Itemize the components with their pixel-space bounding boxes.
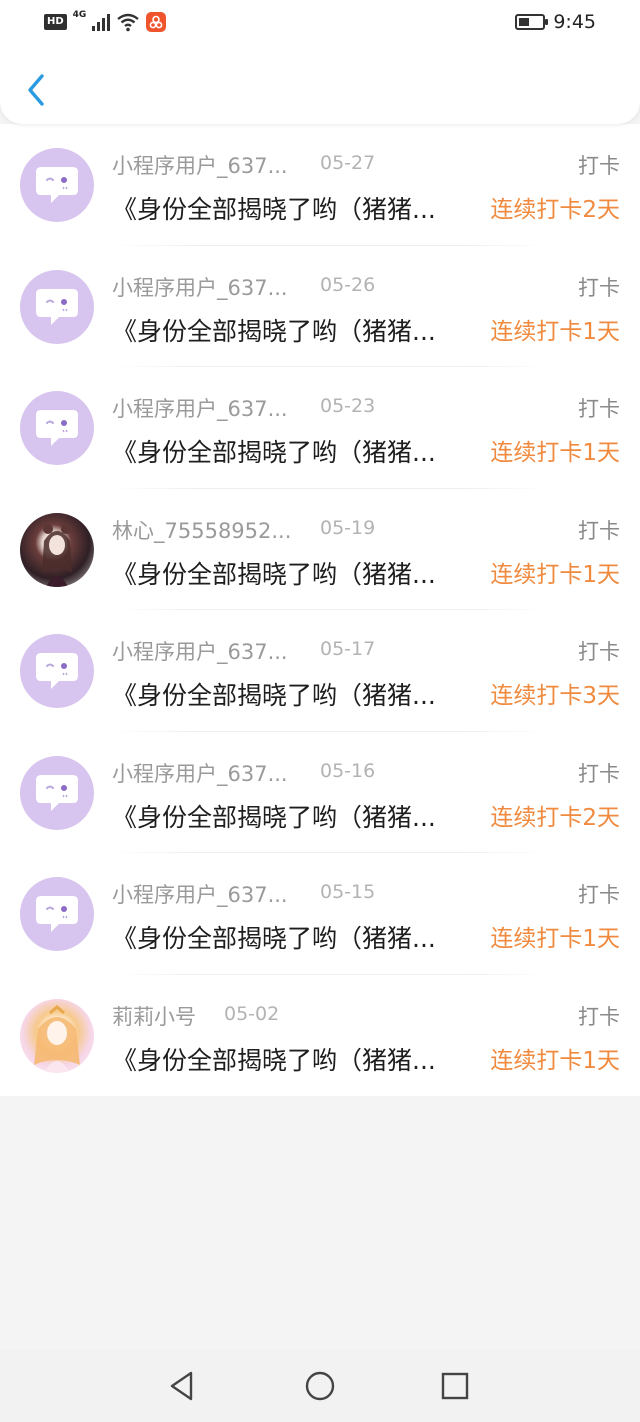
entry-title[interactable]: 《身份全部揭晓了哟（猪猪... bbox=[112, 1041, 436, 1077]
avatar[interactable] bbox=[20, 391, 94, 465]
entry-type: 打卡 bbox=[578, 397, 620, 421]
entry-title[interactable]: 《身份全部揭晓了哟（猪猪... bbox=[112, 676, 436, 712]
streak-label: 连续打卡2天 bbox=[490, 804, 620, 831]
avatar[interactable] bbox=[20, 998, 94, 1073]
avatar[interactable] bbox=[20, 755, 94, 830]
entry-type: 打卡 bbox=[578, 761, 620, 786]
post-date: 05-16 bbox=[320, 759, 376, 782]
post-date: 05-02 bbox=[224, 1002, 280, 1025]
list-item[interactable]: 小程序用户_637... 05-15 打卡 《身份全部揭晓了哟（猪猪... 连续… bbox=[0, 853, 640, 975]
chat-bubble-icon bbox=[36, 410, 78, 446]
status-bar: HD 4G 9:45 bbox=[0, 0, 640, 44]
entry-type: 打卡 bbox=[578, 275, 620, 300]
chevron-left-icon bbox=[28, 74, 44, 106]
checkin-list: 小程序用户_637... 05-27 打卡 《身份全部揭晓了哟（猪猪... 连续… bbox=[0, 124, 640, 1096]
user-photo-icon bbox=[34, 1004, 80, 1073]
user-name: 莉莉小号 bbox=[112, 1004, 196, 1029]
wifi-icon bbox=[117, 13, 140, 32]
hd-badge: HD bbox=[44, 14, 67, 30]
avatar[interactable] bbox=[20, 512, 94, 587]
user-name: 林心_75558952... bbox=[112, 518, 292, 543]
nav-recents-button[interactable] bbox=[433, 1364, 477, 1408]
status-right: 9:45 bbox=[515, 10, 596, 34]
user-name: 小程序用户_637... bbox=[112, 275, 288, 300]
post-date: 05-17 bbox=[320, 638, 376, 660]
app-notification-icon bbox=[146, 12, 167, 32]
post-date: 05-27 bbox=[320, 152, 376, 174]
list-item[interactable]: 莉莉小号 05-02 打卡 《身份全部揭晓了哟（猪猪... 连续打卡1天 bbox=[0, 975, 640, 1097]
entry-title[interactable]: 《身份全部揭晓了哟（猪猪... bbox=[112, 919, 436, 955]
list-item[interactable]: 小程序用户_637... 05-23 打卡 《身份全部揭晓了哟（猪猪... 连续… bbox=[0, 367, 640, 489]
post-date: 05-19 bbox=[320, 516, 376, 539]
signal-icon bbox=[92, 13, 111, 31]
user-name: 小程序用户_637... bbox=[112, 154, 288, 178]
chat-bubble-icon bbox=[36, 167, 78, 203]
avatar[interactable] bbox=[20, 877, 94, 951]
avatar[interactable] bbox=[20, 634, 94, 708]
list-item[interactable]: 小程序用户_637... 05-16 打卡 《身份全部揭晓了哟（猪猪... 连续… bbox=[0, 732, 640, 853]
avatar[interactable] bbox=[20, 269, 94, 344]
chat-bubble-icon bbox=[36, 896, 78, 932]
nav-home-button[interactable] bbox=[298, 1364, 342, 1408]
battery-icon bbox=[515, 14, 549, 30]
user-name: 小程序用户_637... bbox=[112, 640, 288, 664]
chat-bubble-icon bbox=[36, 774, 78, 811]
streak-label: 连续打卡1天 bbox=[490, 926, 620, 952]
user-name: 小程序用户_637... bbox=[112, 397, 288, 421]
triangle-back-icon bbox=[170, 1371, 193, 1401]
post-date: 05-23 bbox=[320, 395, 376, 417]
user-photo-icon bbox=[42, 523, 72, 587]
list-item[interactable]: 小程序用户_637... 05-26 打卡 《身份全部揭晓了哟（猪猪... 连续… bbox=[0, 246, 640, 367]
clock: 9:45 bbox=[553, 11, 596, 33]
post-date: 05-15 bbox=[320, 881, 376, 903]
avatar[interactable] bbox=[20, 148, 94, 222]
list-item[interactable]: 小程序用户_637... 05-17 打卡 《身份全部揭晓了哟（猪猪... 连续… bbox=[0, 610, 640, 732]
circle-home-icon bbox=[305, 1371, 335, 1401]
entry-type: 打卡 bbox=[578, 518, 620, 543]
list-item[interactable]: 小程序用户_637... 05-27 打卡 《身份全部揭晓了哟（猪猪... 连续… bbox=[0, 124, 640, 246]
user-name: 小程序用户_637... bbox=[112, 883, 288, 907]
entry-type: 打卡 bbox=[578, 1004, 620, 1029]
user-name: 小程序用户_637... bbox=[112, 761, 288, 786]
square-recents-icon bbox=[441, 1372, 469, 1400]
entry-title[interactable]: 《身份全部揭晓了哟（猪猪... bbox=[112, 555, 436, 591]
entry-title[interactable]: 《身份全部揭晓了哟（猪猪... bbox=[112, 312, 436, 348]
system-nav-bar bbox=[0, 1350, 640, 1422]
entry-title[interactable]: 《身份全部揭晓了哟（猪猪... bbox=[112, 190, 436, 226]
streak-label: 连续打卡1天 bbox=[490, 1047, 620, 1074]
status-left: HD 4G bbox=[44, 10, 167, 34]
entry-type: 打卡 bbox=[578, 640, 620, 664]
nav-back-button[interactable] bbox=[160, 1364, 204, 1408]
list-item[interactable]: 林心_75558952... 05-19 打卡 《身份全部揭晓了哟（猪猪... … bbox=[0, 489, 640, 610]
header: HD 4G 9:45 bbox=[0, 0, 640, 124]
post-date: 05-26 bbox=[320, 273, 376, 296]
streak-label: 连续打卡2天 bbox=[490, 197, 620, 223]
streak-label: 连续打卡3天 bbox=[490, 683, 620, 709]
chat-bubble-icon bbox=[36, 288, 78, 325]
streak-label: 连续打卡1天 bbox=[490, 561, 620, 588]
streak-label: 连续打卡1天 bbox=[490, 440, 620, 466]
streak-label: 连续打卡1天 bbox=[490, 318, 620, 345]
entry-type: 打卡 bbox=[578, 154, 620, 178]
entry-title[interactable]: 《身份全部揭晓了哟（猪猪... bbox=[112, 433, 436, 469]
entry-title[interactable]: 《身份全部揭晓了哟（猪猪... bbox=[112, 798, 436, 834]
back-button[interactable] bbox=[18, 70, 54, 110]
network-type: 4G bbox=[72, 10, 87, 20]
app-screen: HD 4G 9:45 小程序用户_637... 05-27 打卡 《身份全部揭晓… bbox=[0, 0, 640, 1422]
entry-type: 打卡 bbox=[578, 883, 620, 907]
chat-bubble-icon bbox=[36, 653, 78, 689]
